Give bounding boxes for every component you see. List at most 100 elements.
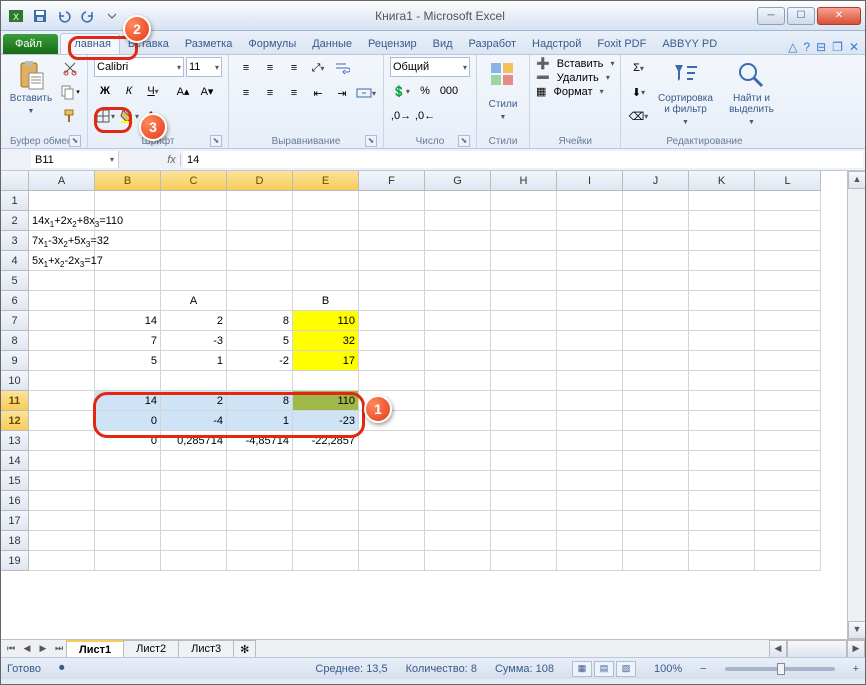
cell-E1[interactable]: [293, 191, 359, 211]
cell-E6[interactable]: B: [293, 291, 359, 311]
format-cells-button[interactable]: ▦ Формат ▾: [536, 85, 604, 98]
accounting-format-icon[interactable]: 💲▾: [390, 80, 412, 102]
undo-icon[interactable]: [53, 5, 75, 27]
cell-L18[interactable]: [755, 531, 821, 551]
cell-B3[interactable]: [95, 231, 161, 251]
cell-H16[interactable]: [491, 491, 557, 511]
format-painter-button[interactable]: [59, 105, 81, 127]
cell-B15[interactable]: [95, 471, 161, 491]
tab-рецензир[interactable]: Рецензир: [360, 34, 425, 54]
row-header-1[interactable]: 1: [1, 191, 29, 211]
col-header-G[interactable]: G: [425, 171, 491, 191]
cell-E11[interactable]: 110: [293, 391, 359, 411]
cell-H5[interactable]: [491, 271, 557, 291]
cell-K1[interactable]: [689, 191, 755, 211]
cell-A6[interactable]: [29, 291, 95, 311]
cell-L10[interactable]: [755, 371, 821, 391]
clipboard-launcher[interactable]: ⬊: [69, 135, 81, 147]
cell-H2[interactable]: [491, 211, 557, 231]
cell-K6[interactable]: [689, 291, 755, 311]
col-header-K[interactable]: K: [689, 171, 755, 191]
font-name-combo[interactable]: Calibri▾: [94, 57, 184, 77]
cell-K15[interactable]: [689, 471, 755, 491]
cell-D17[interactable]: [227, 511, 293, 531]
scroll-up-icon[interactable]: ▲: [848, 171, 865, 189]
minimize-ribbon-icon[interactable]: △: [788, 40, 797, 54]
cell-D3[interactable]: [227, 231, 293, 251]
cell-E14[interactable]: [293, 451, 359, 471]
cell-G11[interactable]: [425, 391, 491, 411]
delete-cells-button[interactable]: ➖ Удалить ▾: [536, 71, 610, 84]
font-launcher[interactable]: ⬊: [210, 135, 222, 147]
cell-E16[interactable]: [293, 491, 359, 511]
cell-D5[interactable]: [227, 271, 293, 291]
col-header-A[interactable]: A: [29, 171, 95, 191]
clear-icon[interactable]: ⌫▾: [627, 105, 649, 127]
cell-C1[interactable]: [161, 191, 227, 211]
cell-L13[interactable]: [755, 431, 821, 451]
cell-A10[interactable]: [29, 371, 95, 391]
cell-C13[interactable]: 0,285714: [161, 431, 227, 451]
cell-C17[interactable]: [161, 511, 227, 531]
cell-I18[interactable]: [557, 531, 623, 551]
cell-I9[interactable]: [557, 351, 623, 371]
cell-B12[interactable]: 0: [95, 411, 161, 431]
redo-icon[interactable]: [77, 5, 99, 27]
excel-icon[interactable]: X: [5, 5, 27, 27]
cell-A12[interactable]: [29, 411, 95, 431]
cell-J7[interactable]: [623, 311, 689, 331]
cell-K9[interactable]: [689, 351, 755, 371]
cell-G5[interactable]: [425, 271, 491, 291]
cell-A16[interactable]: [29, 491, 95, 511]
cell-H1[interactable]: [491, 191, 557, 211]
number-format-combo[interactable]: Общий▾: [390, 57, 470, 77]
cell-J6[interactable]: [623, 291, 689, 311]
decrease-decimal-icon[interactable]: ,0←: [414, 105, 436, 127]
cell-K3[interactable]: [689, 231, 755, 251]
col-header-L[interactable]: L: [755, 171, 821, 191]
col-header-J[interactable]: J: [623, 171, 689, 191]
cell-C15[interactable]: [161, 471, 227, 491]
increase-indent-icon[interactable]: ⇥: [331, 82, 353, 104]
file-tab[interactable]: Файл: [3, 34, 58, 54]
cell-D19[interactable]: [227, 551, 293, 571]
cell-C14[interactable]: [161, 451, 227, 471]
cell-I6[interactable]: [557, 291, 623, 311]
ribbon-options-icon[interactable]: ⊟: [816, 40, 826, 54]
cell-G18[interactable]: [425, 531, 491, 551]
cell-C11[interactable]: 2: [161, 391, 227, 411]
cell-I2[interactable]: [557, 211, 623, 231]
align-middle-icon[interactable]: ≡: [259, 57, 281, 79]
cell-J13[interactable]: [623, 431, 689, 451]
row-header-5[interactable]: 5: [1, 271, 29, 291]
cell-D7[interactable]: 8: [227, 311, 293, 331]
cell-H4[interactable]: [491, 251, 557, 271]
row-header-3[interactable]: 3: [1, 231, 29, 251]
find-select-button[interactable]: Найти и выделить▼: [721, 57, 781, 130]
restore-window-icon[interactable]: ❐: [832, 40, 843, 54]
cell-K7[interactable]: [689, 311, 755, 331]
cell-L9[interactable]: [755, 351, 821, 371]
scroll-left-icon[interactable]: ◀: [769, 640, 787, 657]
cell-E8[interactable]: 32: [293, 331, 359, 351]
cell-L12[interactable]: [755, 411, 821, 431]
cell-G4[interactable]: [425, 251, 491, 271]
help-icon[interactable]: ?: [803, 40, 810, 54]
cell-E17[interactable]: [293, 511, 359, 531]
cell-A9[interactable]: [29, 351, 95, 371]
cell-A18[interactable]: [29, 531, 95, 551]
cell-B7[interactable]: 14: [95, 311, 161, 331]
cell-G9[interactable]: [425, 351, 491, 371]
cell-L4[interactable]: [755, 251, 821, 271]
align-top-icon[interactable]: ≡: [235, 57, 257, 79]
cell-E7[interactable]: 110: [293, 311, 359, 331]
cell-B14[interactable]: [95, 451, 161, 471]
cell-C18[interactable]: [161, 531, 227, 551]
zoom-slider[interactable]: [725, 667, 835, 671]
sheet-tab-Лист3[interactable]: Лист3: [178, 640, 234, 657]
cell-B17[interactable]: [95, 511, 161, 531]
cell-G8[interactable]: [425, 331, 491, 351]
sheet-tab-Лист1[interactable]: Лист1: [66, 640, 124, 657]
row-header-17[interactable]: 17: [1, 511, 29, 531]
close-workbook-icon[interactable]: ✕: [849, 40, 859, 54]
